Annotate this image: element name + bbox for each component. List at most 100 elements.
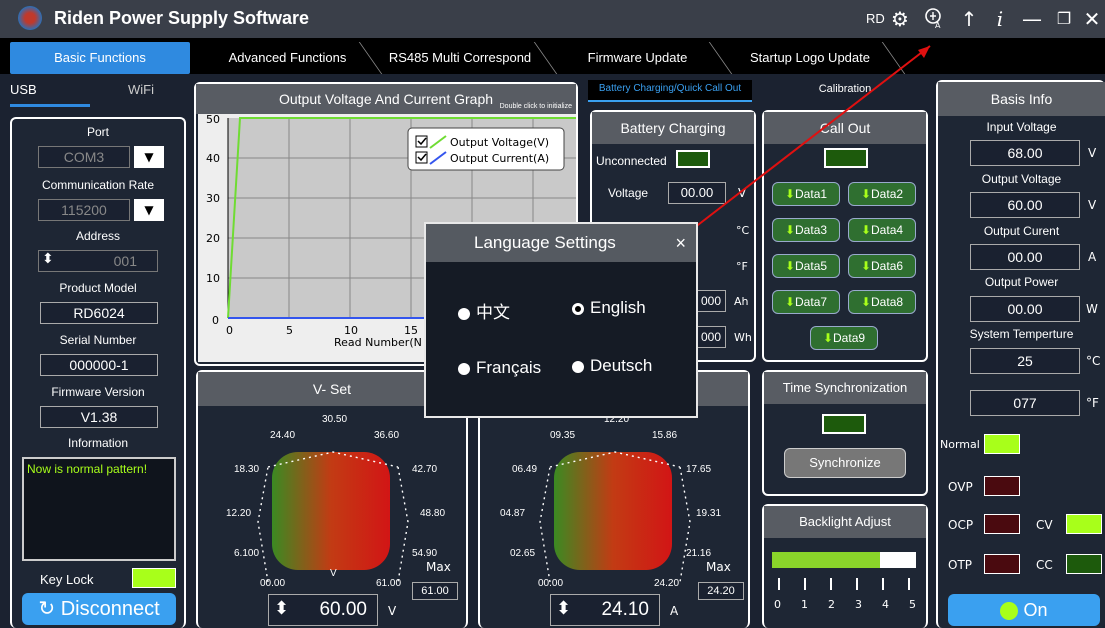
tab-startup-logo[interactable]: Startup Logo Update <box>735 42 885 74</box>
refresh-icon: ↻ <box>38 598 56 620</box>
vset-max-value[interactable]: 61.00 <box>412 582 458 600</box>
x-tick: 0 <box>226 324 233 337</box>
port-dropdown-icon[interactable]: ▼ <box>134 146 164 168</box>
celsius-unit: °C <box>736 224 750 237</box>
cv-label: CV <box>1036 518 1053 532</box>
restore-icon[interactable]: ❐ <box>1052 7 1076 31</box>
down-arrow-icon: ⬇ <box>860 223 872 237</box>
dial-label: 12.20 <box>226 508 252 519</box>
normal-led <box>984 434 1020 454</box>
connection-panel: Port COM3 ▼ Communication Rate 115200 ▼ … <box>10 117 186 628</box>
voltage-unit: V <box>738 186 747 200</box>
y-tick: 50 <box>206 114 220 126</box>
legend-voltage: Output Voltage(V) <box>450 136 549 149</box>
data5-button[interactable]: ⬇Data5 <box>772 254 840 278</box>
on-label: On <box>1023 600 1048 620</box>
data8-button[interactable]: ⬇Data8 <box>848 290 916 314</box>
output-current-label: Output Curent <box>983 224 1060 238</box>
minimize-icon[interactable]: — <box>1020 7 1044 31</box>
tab-divider <box>881 42 906 74</box>
disconnect-button[interactable]: ↻ Disconnect <box>22 593 176 625</box>
data3-button[interactable]: ⬇Data3 <box>772 218 840 242</box>
tab-calibration[interactable]: Calibration <box>790 80 900 100</box>
output-power-value: 00.00 <box>970 296 1080 322</box>
lang-option-german[interactable]: Deutsch <box>572 356 652 376</box>
dialog-close-icon[interactable]: × <box>675 224 686 262</box>
tab-divider <box>708 42 733 74</box>
tab-basic-functions[interactable]: Basic Functions <box>10 42 190 74</box>
ovp-label: OVP <box>948 480 973 494</box>
data2-button[interactable]: ⬇Data2 <box>848 182 916 206</box>
battery-title: Battery Charging <box>592 112 754 144</box>
iset-stepper-icon[interactable]: ⬍ <box>556 598 571 619</box>
info-icon[interactable]: i <box>988 7 1012 31</box>
port-select[interactable]: COM3 <box>38 146 130 168</box>
down-arrow-icon: ⬇ <box>784 295 796 309</box>
callout-title: Call Out <box>764 112 926 144</box>
basis-title: Basis Info <box>938 82 1105 116</box>
backlight-slider[interactable] <box>772 552 916 568</box>
lang-option-french[interactable]: Français <box>458 358 541 378</box>
data4-button[interactable]: ⬇Data4 <box>848 218 916 242</box>
tab-wifi[interactable]: WiFi <box>128 82 168 102</box>
tab-advanced-functions[interactable]: Advanced Functions <box>215 42 360 74</box>
dial-label: 19.31 <box>696 508 722 519</box>
upload-icon[interactable]: ↑ <box>957 7 981 31</box>
time-sync-panel: Time Synchronization Synchronize <box>762 370 928 496</box>
output-current-unit: A <box>1088 250 1097 264</box>
stepper-arrows-icon[interactable]: ⬍ <box>42 251 54 267</box>
dial-label: 21.16 <box>686 548 712 559</box>
tab-battery-callout[interactable]: Battery Charging/Quick Call Out <box>588 80 752 102</box>
output-on-button[interactable]: On <box>948 594 1100 626</box>
down-arrow-icon: ⬇ <box>822 331 834 345</box>
tab-firmware-update[interactable]: Firmware Update <box>570 42 705 74</box>
data6-button[interactable]: ⬇Data6 <box>848 254 916 278</box>
language-icon[interactable]: A <box>922 7 946 34</box>
power-led-icon <box>1000 602 1019 621</box>
time-sync-led <box>822 414 866 434</box>
dial-label: 6.100 <box>234 548 260 559</box>
lang-option-english[interactable]: English <box>572 298 646 318</box>
output-power-unit: W <box>1086 302 1098 316</box>
settings-icon[interactable]: ⚙ <box>888 7 912 31</box>
tab-rs485[interactable]: RS485 Multi Correspond <box>385 42 535 74</box>
port-label: Port <box>86 125 109 139</box>
vset-unit: V <box>388 604 397 618</box>
x-axis-label: Read Number(N <box>334 336 422 349</box>
vset-max-label: Max <box>426 560 451 574</box>
radio-icon <box>572 360 584 373</box>
dial-label: 36.60 <box>374 430 400 441</box>
ocp-led <box>984 514 1020 534</box>
language-dialog-header: Language Settings × <box>426 224 696 262</box>
down-arrow-icon: ⬇ <box>860 259 872 273</box>
language-settings-dialog: Language Settings × 中文 English Français … <box>424 222 698 418</box>
model-value: RD6024 <box>40 302 158 324</box>
rd-label: RD <box>866 11 885 26</box>
app-title: Riden Power Supply Software <box>54 8 310 28</box>
rate-dropdown-icon[interactable]: ▼ <box>134 199 164 221</box>
dial-label: 48.80 <box>420 508 446 519</box>
tab-usb[interactable]: USB <box>10 82 60 102</box>
firmware-value: V1.38 <box>40 406 158 428</box>
output-power-label: Output Power <box>984 275 1059 289</box>
iset-unit: A <box>670 604 679 618</box>
rate-select[interactable]: 115200 <box>38 199 130 221</box>
data9-button[interactable]: ⬇Data9 <box>810 326 878 350</box>
synchronize-button[interactable]: Synchronize <box>784 448 906 478</box>
y-tick: 30 <box>206 192 220 205</box>
iset-max-value[interactable]: 24.20 <box>698 582 744 600</box>
temp-f-value: 077 <box>970 390 1080 416</box>
address-label: Address <box>75 229 121 243</box>
address-stepper[interactable]: 001 <box>38 250 158 272</box>
dial-label: 30.50 <box>322 414 348 425</box>
otp-led <box>984 554 1020 574</box>
iset-max-label: Max <box>706 560 731 574</box>
data1-button[interactable]: ⬇Data1 <box>772 182 840 206</box>
data7-button[interactable]: ⬇Data7 <box>772 290 840 314</box>
close-icon[interactable]: ✕ <box>1080 7 1104 31</box>
cc-led <box>1066 554 1102 574</box>
lang-option-chinese[interactable]: 中文 <box>458 298 510 323</box>
vset-stepper-icon[interactable]: ⬍ <box>274 598 289 619</box>
cc-label: CC <box>1036 558 1053 572</box>
keylock-indicator[interactable] <box>132 568 176 588</box>
